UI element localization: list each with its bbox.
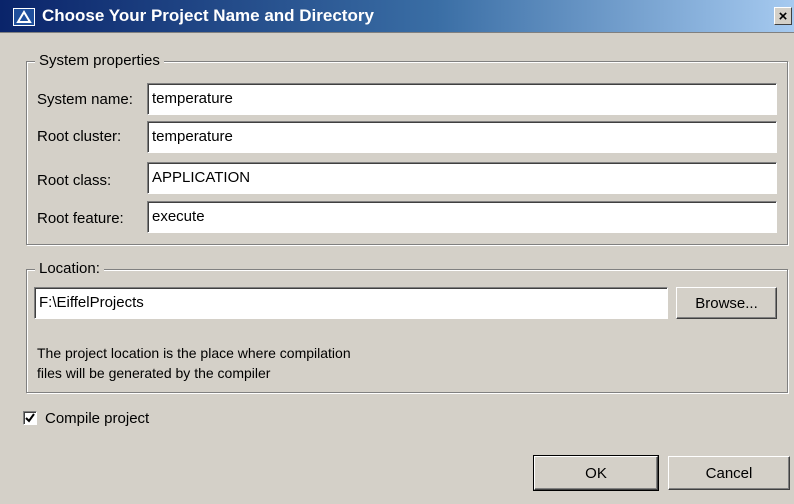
compile-project-label[interactable]: Compile project <box>45 410 149 427</box>
root-class-label: Root class: <box>37 172 112 189</box>
title-bar[interactable]: Choose Your Project Name and Directory × <box>0 0 794 33</box>
location-legend: Location: <box>35 260 104 277</box>
app-icon <box>13 8 35 26</box>
root-feature-input[interactable]: execute <box>147 201 777 233</box>
location-info-line-1: The project location is the place where … <box>37 345 351 361</box>
location-input[interactable]: F:\EiffelProjects <box>34 287 668 319</box>
root-class-input[interactable]: APPLICATION <box>147 162 777 194</box>
checkmark-icon <box>25 413 35 423</box>
system-name-input[interactable]: temperature <box>147 83 777 115</box>
system-properties-legend: System properties <box>35 52 164 69</box>
window-title: Choose Your Project Name and Directory <box>42 6 374 25</box>
compile-project-checkbox[interactable] <box>23 411 37 425</box>
location-info-line-2: files will be generated by the compiler <box>37 365 271 381</box>
root-cluster-input[interactable]: temperature <box>147 121 777 153</box>
root-cluster-label: Root cluster: <box>37 128 122 145</box>
root-feature-label: Root feature: <box>37 210 124 227</box>
browse-button[interactable]: Browse... <box>676 287 777 319</box>
ok-button[interactable]: OK <box>533 455 659 491</box>
cancel-button[interactable]: Cancel <box>668 456 790 490</box>
close-button[interactable]: × <box>774 7 792 25</box>
system-name-label: System name: <box>37 91 133 108</box>
location-info-text: The project location is the place where … <box>37 343 351 383</box>
close-icon: × <box>778 7 788 25</box>
